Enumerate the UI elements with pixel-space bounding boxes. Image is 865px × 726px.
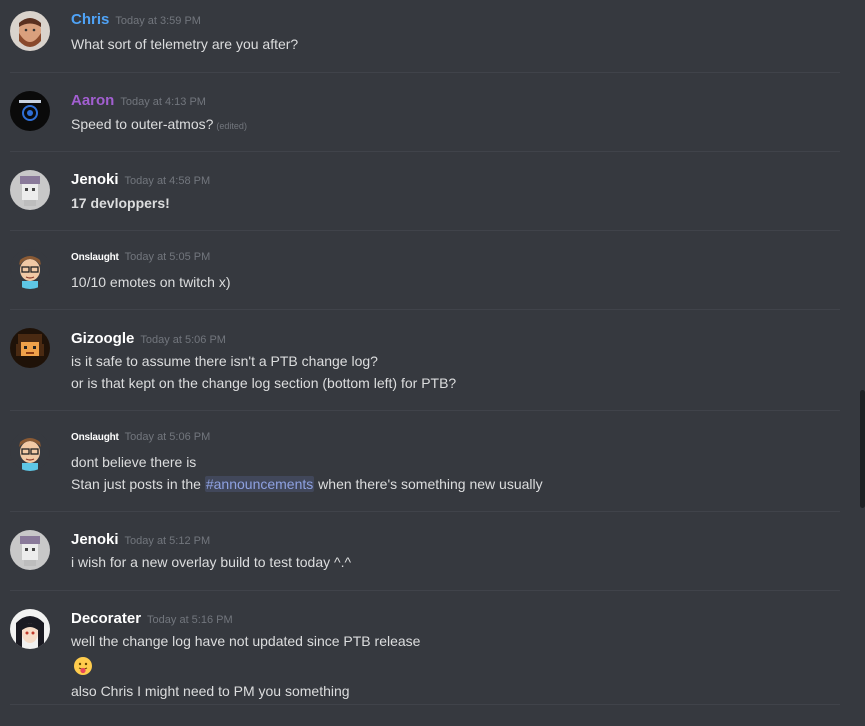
anime-girl-avatar[interactable]: [10, 609, 50, 649]
message-divider: [10, 704, 840, 705]
message-group: Chris Today at 3:59 PM What sort of tele…: [0, 0, 840, 73]
timestamp: Today at 5:06 PM: [140, 334, 226, 346]
message-text: or is that kept on the change log sectio…: [71, 375, 457, 391]
tongue-out-emoji-icon: [73, 656, 93, 676]
username[interactable]: Gizoogle: [71, 330, 134, 347]
colonel-logo-avatar[interactable]: [10, 91, 50, 131]
pixel-character-avatar[interactable]: [10, 328, 50, 368]
timestamp: Today at 5:16 PM: [147, 614, 233, 626]
message-text: Stan just posts in the #announcements wh…: [71, 476, 543, 492]
message-group: Jenoki Today at 4:58 PM 17 devloppers!: [0, 152, 840, 231]
timestamp: Today at 5:05 PM: [124, 251, 211, 263]
message-group: Decorater Today at 5:16 PM well the chan…: [0, 591, 840, 705]
message-text: What sort of telemetry are you after?: [71, 36, 299, 52]
message-text: is it safe to assume there isn't a PTB c…: [71, 353, 378, 369]
message-text: also Chris I might need to PM you someth…: [71, 683, 350, 699]
message-text-before: Stan just posts in the: [71, 476, 205, 492]
pixel-ghost-avatar[interactable]: [10, 530, 50, 570]
message-text: Speed to outer-atmos? (edited): [71, 116, 247, 132]
message-text: i wish for a new overlay build to test t…: [71, 554, 352, 570]
message-text: 17 devloppers!: [71, 195, 170, 211]
username[interactable]: Jenoki: [71, 171, 119, 188]
scrollbar[interactable]: [860, 390, 865, 508]
timestamp: Today at 4:13 PM: [120, 96, 206, 108]
channel-mention-link[interactable]: #announcements: [204, 476, 315, 492]
message-group: Onslaught Today at 5:06 PM dont believe …: [0, 411, 840, 512]
username[interactable]: Decorater: [71, 610, 141, 627]
username[interactable]: Jenoki: [71, 531, 119, 548]
message-text: dont believe there is: [71, 454, 197, 470]
username[interactable]: Onslaught: [71, 252, 119, 263]
username[interactable]: Chris: [71, 11, 109, 28]
timestamp: Today at 5:06 PM: [124, 431, 211, 443]
pixel-ghost-avatar[interactable]: [10, 170, 50, 210]
timestamp: Today at 3:59 PM: [115, 15, 201, 27]
cartoon-glasses-avatar[interactable]: [10, 249, 50, 289]
username[interactable]: Aaron: [71, 92, 114, 109]
message-group: Jenoki Today at 5:12 PM i wish for a new…: [0, 512, 840, 591]
message-text-content: Speed to outer-atmos?: [71, 116, 214, 132]
message-text-after: when there's something new usually: [314, 476, 543, 492]
chat-messages: Chris Today at 3:59 PM What sort of tele…: [0, 0, 865, 726]
bearded-man-avatar[interactable]: [10, 11, 50, 51]
timestamp: Today at 5:12 PM: [124, 535, 211, 547]
cartoon-glasses-avatar[interactable]: [10, 431, 50, 471]
edited-label: (edited): [216, 121, 247, 131]
username[interactable]: Onslaught: [71, 432, 119, 443]
timestamp: Today at 4:58 PM: [124, 175, 211, 187]
message-text: 10/10 emotes on twitch x): [71, 274, 231, 290]
message-group: Gizoogle Today at 5:06 PM is it safe to …: [0, 310, 840, 411]
message-group: Onslaught Today at 5:05 PM 10/10 emotes …: [0, 231, 840, 310]
message-text: well the change log have not updated sin…: [71, 633, 421, 649]
message-group: Aaron Today at 4:13 PM Speed to outer-at…: [0, 73, 840, 152]
